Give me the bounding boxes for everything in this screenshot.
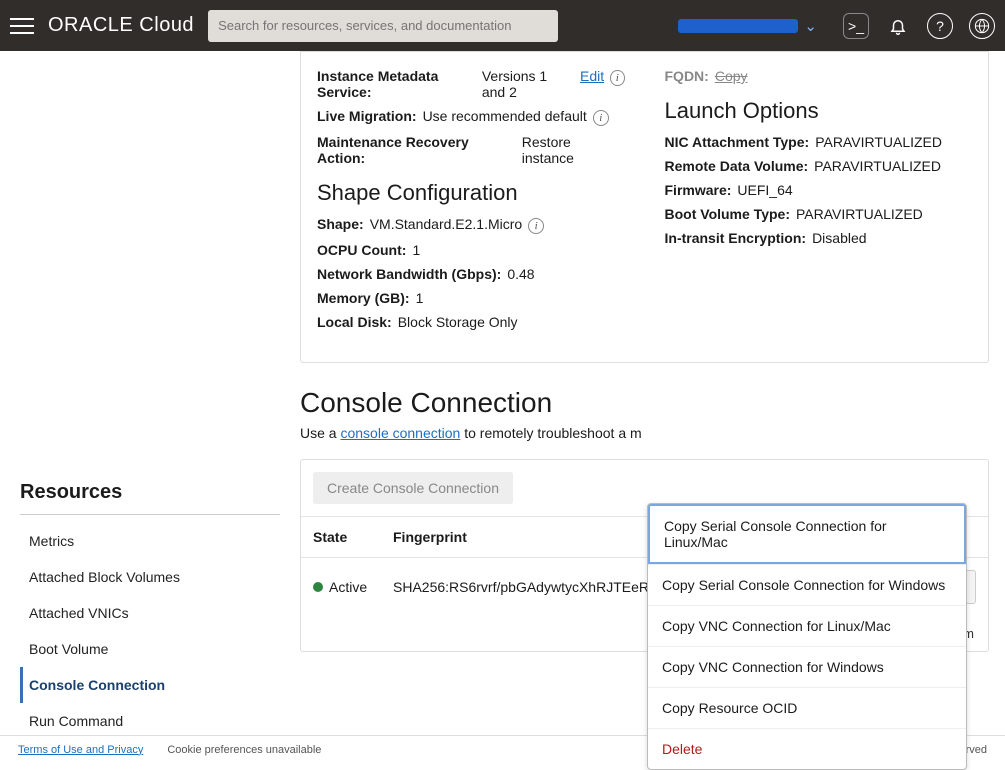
resources-heading: Resources (20, 481, 280, 515)
launch-options-heading: Launch Options (665, 98, 973, 124)
ocpu-value: 1 (412, 242, 420, 258)
row-actions-menu: Copy Serial Console Connection for Linux… (647, 503, 967, 770)
info-icon[interactable]: i (528, 218, 544, 234)
menu-copy-vnc-linux[interactable]: Copy VNC Connection for Linux/Mac (648, 605, 966, 646)
left-sidebar: Resources Metrics Attached Block Volumes… (0, 51, 280, 735)
global-search[interactable] (208, 10, 558, 42)
status-dot-icon (313, 582, 323, 592)
disk-label: Local Disk: (317, 314, 392, 330)
fqdn-label: FQDN: (665, 68, 709, 84)
live-migration-label: Live Migration: (317, 108, 417, 124)
ims-value: Versions 1 and 2 (482, 68, 574, 100)
bvt-label: Boot Volume Type: (665, 206, 790, 222)
console-subtext: Use a console connection to remotely tro… (300, 425, 1005, 441)
tenancy-name-redacted (678, 19, 798, 33)
sidebar-item-run-command[interactable]: Run Command (20, 703, 280, 739)
mem-label: Memory (GB): (317, 290, 410, 306)
enc-value: Disabled (812, 230, 866, 246)
resources-list: Metrics Attached Block Volumes Attached … (20, 523, 280, 739)
state-value: Active (329, 579, 367, 595)
cookie-pref: Cookie preferences unavailable (167, 744, 321, 756)
top-nav: ORACLE Cloud ⌄ >_ ? (0, 0, 1005, 51)
cloud-shell-icon[interactable]: >_ (843, 13, 869, 39)
rdv-value: PARAVIRTUALIZED (814, 158, 941, 174)
maintenance-value: Restore instance (522, 134, 625, 166)
sidebar-item-attached-block-volumes[interactable]: Attached Block Volumes (20, 559, 280, 595)
globe-icon[interactable] (969, 13, 995, 39)
ims-label: Instance Metadata Service: (317, 68, 476, 100)
console-connection-doc-link[interactable]: console connection (340, 425, 460, 441)
console-connection-heading: Console Connection (300, 387, 1005, 419)
terms-link[interactable]: Terms of Use and Privacy (18, 744, 143, 756)
live-migration-value: Use recommended default (423, 108, 587, 124)
info-icon[interactable]: i (593, 110, 609, 126)
tenancy-dropdown[interactable]: ⌄ (678, 17, 817, 35)
brand-logo: ORACLE Cloud (48, 14, 194, 37)
shape-value: VM.Standard.E2.1.Micro (370, 216, 523, 232)
info-icon[interactable]: i (610, 70, 624, 86)
nic-label: NIC Attachment Type: (665, 134, 810, 150)
edit-ims-link[interactable]: Edit (580, 68, 604, 84)
menu-copy-serial-windows[interactable]: Copy Serial Console Connection for Windo… (648, 564, 966, 605)
fw-value: UEFI_64 (737, 182, 792, 198)
menu-copy-serial-linux[interactable]: Copy Serial Console Connection for Linux… (648, 504, 966, 564)
maintenance-label: Maintenance Recovery Action: (317, 134, 516, 166)
sidebar-item-boot-volume[interactable]: Boot Volume (20, 631, 280, 667)
rdv-label: Remote Data Volume: (665, 158, 809, 174)
search-input[interactable] (208, 10, 558, 42)
menu-copy-ocid[interactable]: Copy Resource OCID (648, 687, 966, 728)
sidebar-item-metrics[interactable]: Metrics (20, 523, 280, 559)
instance-details-card: Instance Metadata Service: Versions 1 an… (300, 51, 989, 363)
main-content: Instance Metadata Service: Versions 1 an… (280, 51, 1005, 735)
chevron-down-icon: ⌄ (804, 17, 817, 35)
ocpu-label: OCPU Count: (317, 242, 406, 258)
sidebar-item-attached-vnics[interactable]: Attached VNICs (20, 595, 280, 631)
enc-label: In-transit Encryption: (665, 230, 807, 246)
bw-value: 0.48 (507, 266, 534, 282)
shape-label: Shape: (317, 216, 364, 232)
menu-icon[interactable] (10, 14, 34, 38)
fw-label: Firmware: (665, 182, 732, 198)
col-state: State (301, 517, 381, 558)
bw-label: Network Bandwidth (Gbps): (317, 266, 501, 282)
shape-config-heading: Shape Configuration (317, 180, 625, 206)
menu-copy-vnc-windows[interactable]: Copy VNC Connection for Windows (648, 646, 966, 687)
sidebar-item-console-connection[interactable]: Console Connection (20, 667, 280, 703)
notifications-icon[interactable] (885, 13, 911, 39)
help-icon[interactable]: ? (927, 13, 953, 39)
create-console-connection-button: Create Console Connection (313, 472, 513, 504)
copy-fqdn-link[interactable]: Copy (715, 68, 748, 84)
disk-value: Block Storage Only (398, 314, 518, 330)
mem-value: 1 (416, 290, 424, 306)
nic-value: PARAVIRTUALIZED (815, 134, 942, 150)
bvt-value: PARAVIRTUALIZED (796, 206, 923, 222)
